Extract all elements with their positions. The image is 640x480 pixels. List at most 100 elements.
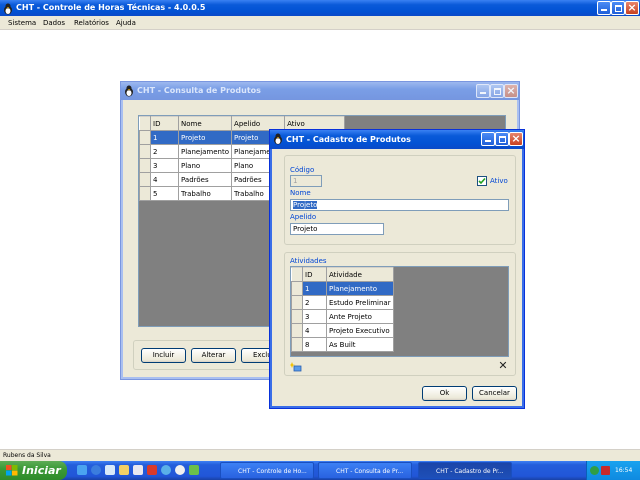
close-button[interactable]: ×: [504, 84, 518, 98]
cell-nome[interactable]: Planejamento: [177, 144, 233, 159]
atividades-grid[interactable]: ID Atividade 1 Planejamento 2 Estudo Pre…: [290, 266, 509, 357]
clock[interactable]: 16:54: [615, 467, 632, 474]
delete-atividade-icon[interactable]: ✕: [497, 360, 509, 372]
table-header: ID Atividade: [291, 267, 394, 282]
menu-ajuda[interactable]: Ajuda: [116, 19, 136, 27]
cell-id[interactable]: 3: [302, 309, 327, 324]
quicklaunch-messenger-icon[interactable]: [77, 465, 87, 475]
cell-nome[interactable]: Trabalho: [177, 186, 233, 201]
consulta-title: CHT - Consulta de Produtos: [137, 86, 261, 95]
minimize-button[interactable]: [597, 1, 611, 15]
quicklaunch-x-icon[interactable]: [147, 465, 157, 475]
row-indicator: [139, 172, 151, 187]
taskbar: Iniciar CHT - Controle de Ho... CHT - Co…: [0, 461, 640, 480]
column-header-id[interactable]: ID: [150, 116, 179, 131]
cell-id[interactable]: 4: [150, 172, 179, 187]
minimize-button[interactable]: [481, 132, 495, 146]
table-row[interactable]: 2 Estudo Preliminar: [291, 295, 394, 310]
cell-nome[interactable]: Padrões: [177, 172, 233, 187]
row-indicator: [139, 186, 151, 201]
table-row[interactable]: 4 Projeto Executivo: [291, 323, 394, 338]
cell-id[interactable]: 3: [150, 158, 179, 173]
cell-id[interactable]: 2: [150, 144, 179, 159]
tray-network-icon[interactable]: [590, 466, 599, 475]
windows-logo-icon: [6, 465, 18, 476]
table-row[interactable]: 3 Ante Projeto: [291, 309, 394, 324]
ativo-label[interactable]: Ativo: [490, 177, 508, 185]
alterar-button[interactable]: Alterar: [191, 348, 236, 363]
cell-id[interactable]: 8: [302, 337, 327, 352]
quicklaunch-globe-icon[interactable]: [161, 465, 171, 475]
quicklaunch-folder-icon[interactable]: [119, 465, 129, 475]
app-title-bar[interactable]: CHT - Controle de Horas Técnicas - 4.0.0…: [0, 0, 640, 16]
taskbar-item-consulta[interactable]: CHT - Consulta de Pr...: [318, 462, 412, 479]
row-indicator-header: [139, 116, 151, 131]
taskbar-item-controle[interactable]: CHT - Controle de Ho...: [220, 462, 314, 479]
row-indicator: [291, 309, 303, 324]
cell-id[interactable]: 4: [302, 323, 327, 338]
cell-atividade[interactable]: As Built: [326, 337, 394, 352]
cell-nome[interactable]: Projeto: [177, 130, 233, 145]
quicklaunch-ie-icon[interactable]: [91, 465, 101, 475]
app-icon: [4, 3, 12, 15]
table-row[interactable]: 8 As Built: [291, 337, 394, 352]
ok-button[interactable]: Ok: [422, 386, 467, 401]
row-indicator-header: [291, 267, 303, 282]
quicklaunch-media-icon[interactable]: [175, 465, 185, 475]
cell-id[interactable]: 1: [302, 281, 327, 296]
add-atividade-button[interactable]: [289, 362, 302, 372]
row-indicator: [139, 158, 151, 173]
cell-atividade[interactable]: Ante Projeto: [326, 309, 394, 324]
quicklaunch-desktop-icon[interactable]: [105, 465, 115, 475]
cell-atividade[interactable]: Planejamento: [326, 281, 394, 296]
status-user: Rubens da Silva: [3, 452, 51, 459]
menu-relatorios[interactable]: Relatórios: [74, 19, 109, 27]
nome-value: Projeto: [293, 201, 318, 209]
menu-sistema[interactable]: Sistema: [8, 19, 36, 27]
menu-dados[interactable]: Dados: [43, 19, 65, 27]
quicklaunch-calculator-icon[interactable]: [133, 465, 143, 475]
row-indicator: [291, 295, 303, 310]
tray-antivirus-icon[interactable]: [601, 466, 610, 475]
row-indicator: [291, 337, 303, 352]
cadastro-title: CHT - Cadastro de Produtos: [286, 135, 411, 144]
column-header-nome[interactable]: Nome: [177, 116, 233, 131]
cancelar-button[interactable]: Cancelar: [472, 386, 517, 401]
menu-bar: Sistema Dados Relatórios Ajuda: [0, 16, 640, 30]
checkmark-icon: [478, 177, 486, 185]
table-row[interactable]: 1 Planejamento: [291, 281, 394, 296]
start-button[interactable]: Iniciar: [0, 461, 67, 480]
maximize-button[interactable]: [490, 84, 504, 98]
close-button[interactable]: ×: [625, 1, 639, 15]
consulta-title-bar[interactable]: CHT - Consulta de Produtos ×: [121, 82, 519, 100]
cell-atividade[interactable]: Estudo Preliminar: [326, 295, 394, 310]
incluir-button[interactable]: Incluir: [141, 348, 186, 363]
row-indicator: [139, 130, 151, 145]
nome-field[interactable]: Projeto: [290, 199, 509, 211]
row-indicator: [291, 281, 303, 296]
taskbar-item-label: CHT - Consulta de Pr...: [336, 468, 404, 475]
app-icon: [125, 85, 133, 97]
atividades-label: Atividades: [290, 257, 327, 265]
column-header-atividade[interactable]: Atividade: [326, 267, 394, 282]
row-indicator: [139, 144, 151, 159]
taskbar-item-cadastro[interactable]: CHT - Cadastro de Pr...: [418, 462, 512, 479]
close-button[interactable]: ×: [509, 132, 523, 146]
ativo-checkbox[interactable]: [477, 176, 487, 186]
cell-id[interactable]: 1: [150, 130, 179, 145]
apelido-label: Apelido: [290, 213, 317, 221]
taskbar-item-label: CHT - Controle de Ho...: [238, 468, 307, 475]
atividades-table: ID Atividade 1 Planejamento 2 Estudo Pre…: [291, 267, 394, 352]
minimize-button[interactable]: [476, 84, 490, 98]
cell-id[interactable]: 2: [302, 295, 327, 310]
cadastro-title-bar[interactable]: CHT - Cadastro de Produtos ×: [270, 130, 524, 149]
cell-nome[interactable]: Plano: [177, 158, 233, 173]
quicklaunch-users-icon[interactable]: [189, 465, 199, 475]
cell-id[interactable]: 5: [150, 186, 179, 201]
column-header-id[interactable]: ID: [302, 267, 327, 282]
cell-atividade[interactable]: Projeto Executivo: [326, 323, 394, 338]
maximize-button[interactable]: [495, 132, 509, 146]
maximize-button[interactable]: [611, 1, 625, 15]
apelido-field[interactable]: Projeto: [290, 223, 384, 235]
cadastro-produtos-window: CHT - Cadastro de Produtos × Código 1 At…: [269, 129, 525, 409]
